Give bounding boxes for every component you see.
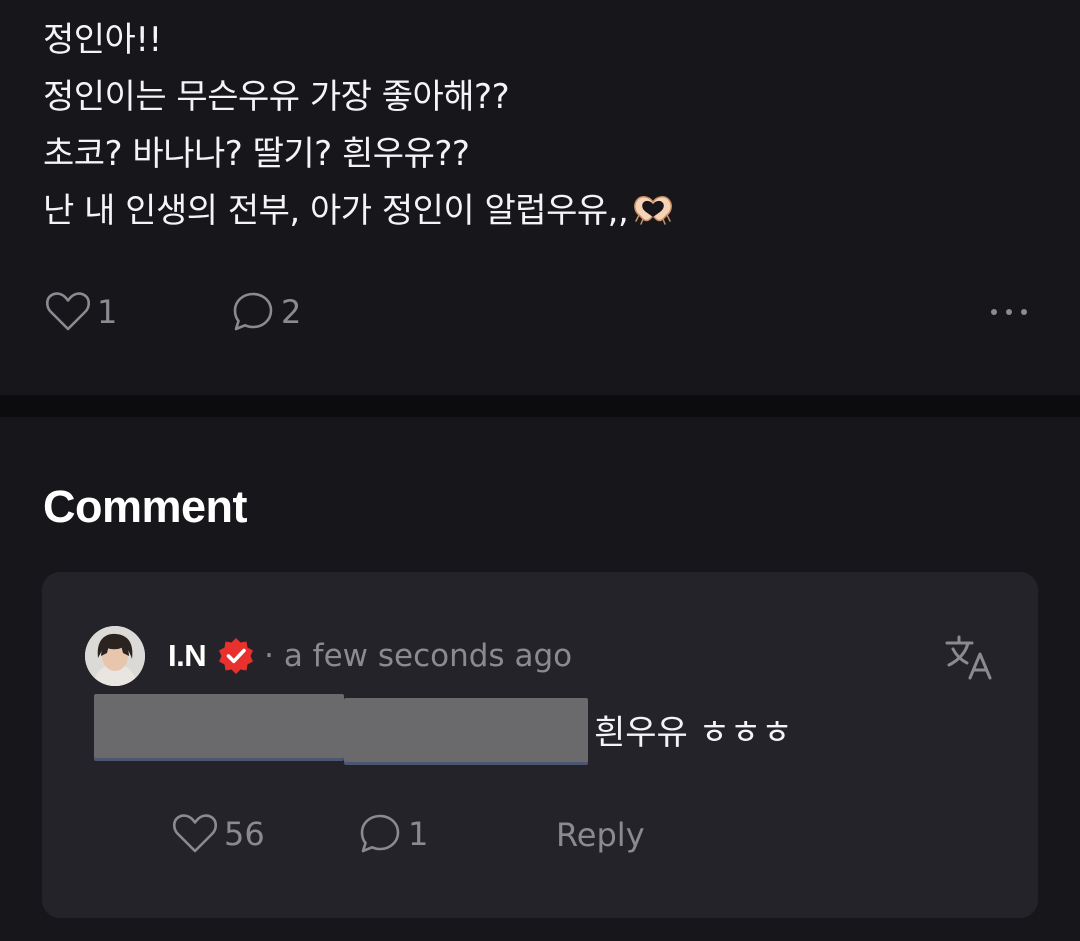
comment-body: 흰우유 ㅎㅎㅎ [94,694,793,764]
post-like-count: 1 [97,293,118,331]
comment-author-row: I.N · a few seconds ago [168,634,572,678]
heart-icon [45,291,91,333]
comments-section: Comment I.N · a few seconds ago 흰우유 ㅎㅎㅎ … [0,417,1080,941]
comment-like-count: 56 [224,815,265,853]
post-comment-count: 2 [281,293,302,331]
comments-title: Comment [43,481,248,532]
translate-icon[interactable] [944,634,994,682]
post-body: 정인아!! 정인이는 무슨우유 가장 좋아해?? 초코? 바나나? 딸기? 흰우… [43,12,1023,240]
redacted-block [344,698,588,762]
comment-reply-count: 1 [408,815,429,853]
comment-reply-count-button[interactable]: 1 [358,812,428,856]
comment-bubble-icon [231,290,275,334]
post-comment-button[interactable]: 2 [231,290,301,334]
post-actions: 1 2 [45,290,1035,334]
heart-hands-icon [630,187,676,225]
section-divider [0,395,1080,417]
verified-badge-icon [216,636,256,676]
comment-timestamp: · a few seconds ago [264,638,573,674]
reply-button[interactable]: Reply [556,812,645,858]
post-like-button[interactable]: 1 [45,290,117,334]
heart-icon [172,813,218,855]
post-line: 정인아!! [43,20,162,60]
avatar[interactable] [85,626,145,686]
post: 정인아!! 정인이는 무슨우유 가장 좋아해?? 초코? 바나나? 딸기? 흰우… [0,0,1080,395]
comment-card: I.N · a few seconds ago 흰우유 ㅎㅎㅎ 56 1 Rep… [42,572,1038,918]
comment-author-name[interactable]: I.N [168,638,207,674]
post-line: 정인이는 무슨우유 가장 좋아해?? [43,77,510,117]
comment-actions: 56 1 Reply [172,812,872,858]
more-options-icon[interactable] [991,290,1027,334]
comment-bubble-icon [358,812,402,856]
post-line-with-emoji: 난 내 인생의 전부, 아가 정인이 알럽우유,, [43,183,1023,240]
comment-like-button[interactable]: 56 [172,812,265,856]
post-line: 초코? 바나나? 딸기? 흰우유?? [43,134,470,174]
redacted-block [94,694,344,758]
comment-text: 흰우유 ㅎㅎㅎ [594,712,793,753]
post-line-text: 난 내 인생의 전부, 아가 정인이 알럽우유,, [43,191,629,231]
